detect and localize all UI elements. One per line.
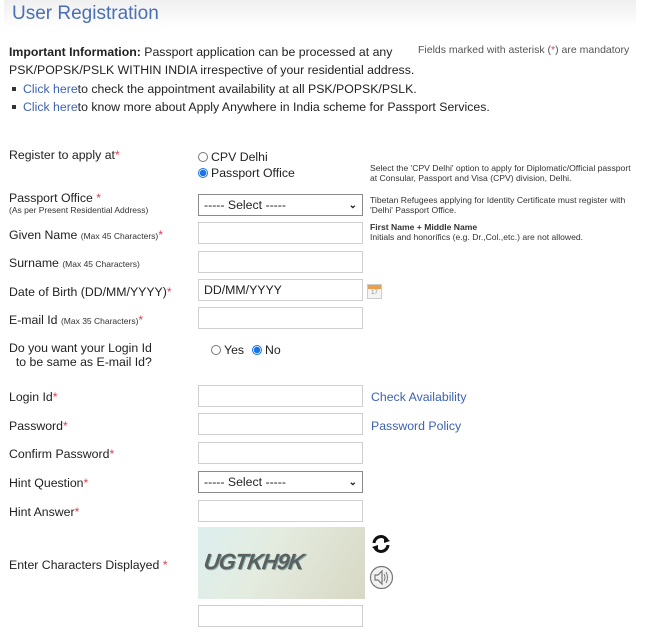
label-text: Hint Question xyxy=(9,476,84,490)
label-text: E-mail Id xyxy=(9,313,61,327)
required-star: * xyxy=(162,558,168,572)
radio-no[interactable]: No xyxy=(252,343,281,357)
required-star: * xyxy=(52,390,58,404)
label-text: Password xyxy=(9,419,63,433)
required-star: * xyxy=(63,419,68,433)
email-input[interactable] xyxy=(198,307,363,329)
chevron-down-icon: ⌄ xyxy=(348,199,357,211)
captcha-input[interactable] xyxy=(198,605,363,627)
passport-office-select[interactable]: ----- Select ----- ⌄ xyxy=(198,194,363,216)
required-star: * xyxy=(74,505,80,519)
passport-office-hint: Tibetan Refugees applying for Identity C… xyxy=(370,195,626,215)
given-name-hint: First Name + Middle Name Initials and hon… xyxy=(370,222,640,242)
password-input[interactable] xyxy=(198,413,363,435)
radio-passport-office[interactable]: Passport Office xyxy=(198,166,295,180)
info-bullets: Click here to check the appointment avai… xyxy=(9,80,490,116)
label-sublabel: (Max 45 Characters) xyxy=(62,259,140,269)
hint-title: First Name + Middle Name xyxy=(370,222,478,232)
label-text: Passport Office xyxy=(9,191,97,205)
label-text: Register to apply at xyxy=(9,148,115,162)
email-label: E-mail Id (Max 35 Characters)* xyxy=(9,313,143,327)
surname-label: Surname (Max 45 Characters) xyxy=(9,256,140,270)
label-text: Surname xyxy=(9,256,63,270)
login-same-label: Do you want your Login Id to be same as … xyxy=(9,341,152,369)
login-id-label: Login Id* xyxy=(9,390,58,404)
label-text: Given Name xyxy=(9,228,81,242)
label-line-1: Do you want your Login Id xyxy=(9,341,152,355)
bullet-item: Click here to check the appointment avai… xyxy=(9,80,490,98)
apply-anywhere-link[interactable]: Click here xyxy=(23,98,78,116)
hint-question-label: Hint Question* xyxy=(9,476,88,490)
chevron-down-icon: ⌄ xyxy=(348,476,357,488)
dob-label: Date of Birth (DD/MM/YYYY)* xyxy=(9,285,172,299)
given-name-input[interactable] xyxy=(198,222,363,244)
important-text-1: Passport application can be processed at… xyxy=(140,45,393,59)
radio-button[interactable] xyxy=(211,345,221,355)
speaker-icon[interactable] xyxy=(369,565,394,590)
label-sublabel: (Max 35 Characters) xyxy=(60,316,139,326)
radio-button-selected[interactable] xyxy=(198,168,208,178)
login-id-input[interactable] xyxy=(198,385,363,407)
required-star: * xyxy=(96,191,102,205)
check-availability-link[interactable]: Check Availability xyxy=(371,390,466,404)
page-title: User Registration xyxy=(12,3,159,24)
password-policy-link[interactable]: Password Policy xyxy=(371,419,461,433)
label-sublabel: (Max 45 Characters) xyxy=(80,231,159,241)
captcha-label: Enter Characters Displayed * xyxy=(9,558,168,572)
hint-question-select[interactable]: ----- Select ----- ⌄ xyxy=(198,471,363,493)
radio-button[interactable] xyxy=(198,152,208,162)
required-star: * xyxy=(83,476,89,490)
label-text: Login Id xyxy=(9,390,53,404)
hint-answer-label: Hint Answer* xyxy=(9,505,79,519)
passport-office-label: Passport Office * (As per Present Residen… xyxy=(9,191,149,216)
radio-yes[interactable]: Yes xyxy=(211,343,244,357)
bullet-item: Click here to know more about Apply Anyw… xyxy=(9,98,490,116)
important-label: Important Information: xyxy=(9,45,141,59)
radio-button-selected[interactable] xyxy=(252,345,262,355)
confirm-password-label: Confirm Password* xyxy=(9,447,114,461)
captcha-text: UGTKH9K xyxy=(202,549,306,574)
register-at-hint: Select the 'CPV Delhi' option to apply f… xyxy=(370,163,631,183)
required-star: * xyxy=(158,228,164,242)
bullet-text: to know more about Apply Anywhere in Ind… xyxy=(77,100,490,114)
captcha-image: UGTKH9K xyxy=(198,527,365,599)
label-text: Hint Answer xyxy=(9,505,75,519)
surname-input[interactable] xyxy=(198,251,363,273)
label-text: Enter Characters Displayed xyxy=(9,558,163,572)
radio-label: CPV Delhi xyxy=(211,150,268,164)
label-sublabel: (As per Present Residential Address) xyxy=(9,205,149,215)
calendar-icon[interactable]: 17 xyxy=(367,284,382,299)
confirm-password-input[interactable] xyxy=(198,442,363,464)
radio-label: No xyxy=(265,343,281,357)
refresh-icon[interactable] xyxy=(370,533,392,555)
bullet-text: to check the appointment availability at… xyxy=(77,82,417,96)
appointment-availability-link[interactable]: Click here xyxy=(23,80,78,98)
given-name-label: Given Name (Max 45 Characters)* xyxy=(9,228,163,242)
required-star: * xyxy=(166,285,172,299)
select-value: ----- Select ----- xyxy=(204,198,286,212)
label-text: Confirm Password xyxy=(9,447,110,461)
required-star: * xyxy=(114,148,120,162)
select-value: ----- Select ----- xyxy=(204,475,286,489)
bullet-icon xyxy=(12,87,16,91)
important-text-2: PSK/POPSK/PSLK WITHIN INDIA irrespective… xyxy=(9,63,415,77)
password-label: Password* xyxy=(9,419,68,433)
dob-input[interactable]: DD/MM/YYYY xyxy=(198,279,363,301)
calendar-day: 17 xyxy=(371,290,378,296)
radio-label: Yes xyxy=(224,343,245,357)
important-info: Important Information: Passport applicat… xyxy=(9,43,414,79)
hint-text: Initials and honorifics (e.g. Dr.,Col.,e… xyxy=(370,232,584,242)
register-at-label: Register to apply at* xyxy=(9,148,120,162)
mandatory-prefix: Fields marked with asterisk ( xyxy=(418,44,552,56)
radio-label: Passport Office xyxy=(211,166,295,180)
required-star: * xyxy=(109,447,115,461)
label-text: Date of Birth (DD/MM/YYYY) xyxy=(9,285,167,299)
mandatory-suffix: ) are mandatory xyxy=(555,44,630,56)
bullet-icon xyxy=(12,105,16,109)
hint-answer-input[interactable] xyxy=(198,500,363,522)
label-line-2: to be same as E-mail Id? xyxy=(15,355,152,369)
mandatory-note: Fields marked with asterisk (*) are mand… xyxy=(418,44,629,56)
radio-cpv-delhi[interactable]: CPV Delhi xyxy=(198,150,268,164)
required-star: * xyxy=(138,313,144,327)
